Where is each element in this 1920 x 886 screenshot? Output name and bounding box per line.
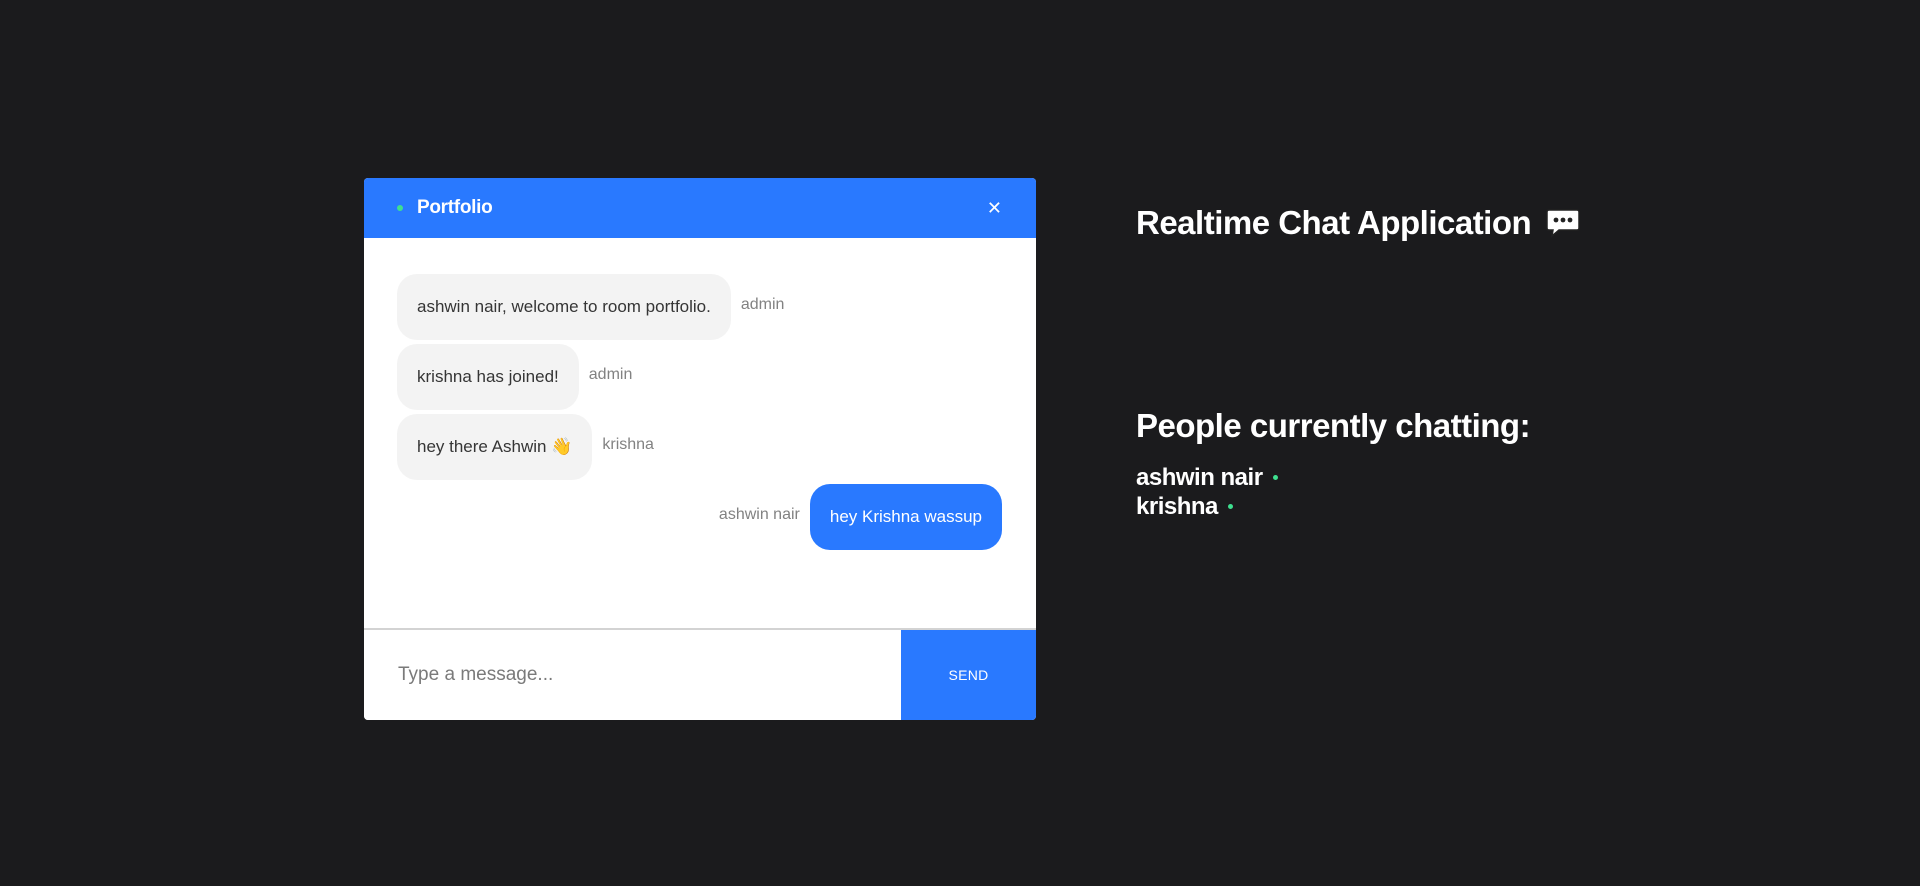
message-sender: admin	[588, 366, 633, 383]
app-title-text: Realtime Chat Application	[1136, 204, 1532, 241]
composer: SEND	[364, 628, 1036, 720]
page: Portfolio ✕ ashwin nair, welcome to room…	[0, 0, 1920, 886]
people-heading: People currently chatting:	[1136, 407, 1531, 444]
message-row: krishna has joined! admin	[397, 344, 1002, 410]
speech-bubble-icon	[1545, 208, 1581, 238]
message-row: ashwin nair, welcome to room portfolio. …	[397, 274, 1002, 340]
online-status-icon	[397, 205, 403, 211]
chat-header: Portfolio ✕	[364, 178, 1036, 238]
room-name: Portfolio	[417, 197, 493, 218]
online-status-icon	[1227, 504, 1233, 509]
app-title: Realtime Chat Application	[1136, 204, 1581, 242]
people-list: ashwin nair krishna	[1136, 463, 1581, 521]
message-bubble: krishna has joined!	[397, 344, 579, 410]
message-sender: krishna	[602, 436, 654, 453]
message-sender: admin	[740, 296, 785, 313]
close-button[interactable]: ✕	[987, 199, 1002, 217]
message-bubble: hey there Ashwin 👋	[397, 414, 593, 480]
online-status-icon	[1272, 475, 1278, 480]
person-name: krishna	[1136, 493, 1218, 520]
message-sender: ashwin nair	[718, 506, 800, 523]
message-bubble: ashwin nair, welcome to room portfolio.	[397, 274, 731, 340]
message-row-own: ashwin nair hey Krishna wassup	[397, 484, 1002, 550]
message-row: hey there Ashwin 👋 krishna	[397, 414, 1002, 480]
person-item: krishna	[1136, 492, 1581, 521]
send-button[interactable]: SEND	[901, 630, 1036, 720]
message-bubble-own: hey Krishna wassup	[809, 484, 1002, 550]
person-item: ashwin nair	[1136, 463, 1581, 492]
message-input[interactable]	[364, 630, 901, 720]
info-panel: Realtime Chat Application People current…	[1136, 204, 1581, 521]
chat-window: Portfolio ✕ ashwin nair, welcome to room…	[364, 178, 1036, 720]
person-name: ashwin nair	[1136, 464, 1263, 491]
message-list: ashwin nair, welcome to room portfolio. …	[364, 238, 1036, 626]
